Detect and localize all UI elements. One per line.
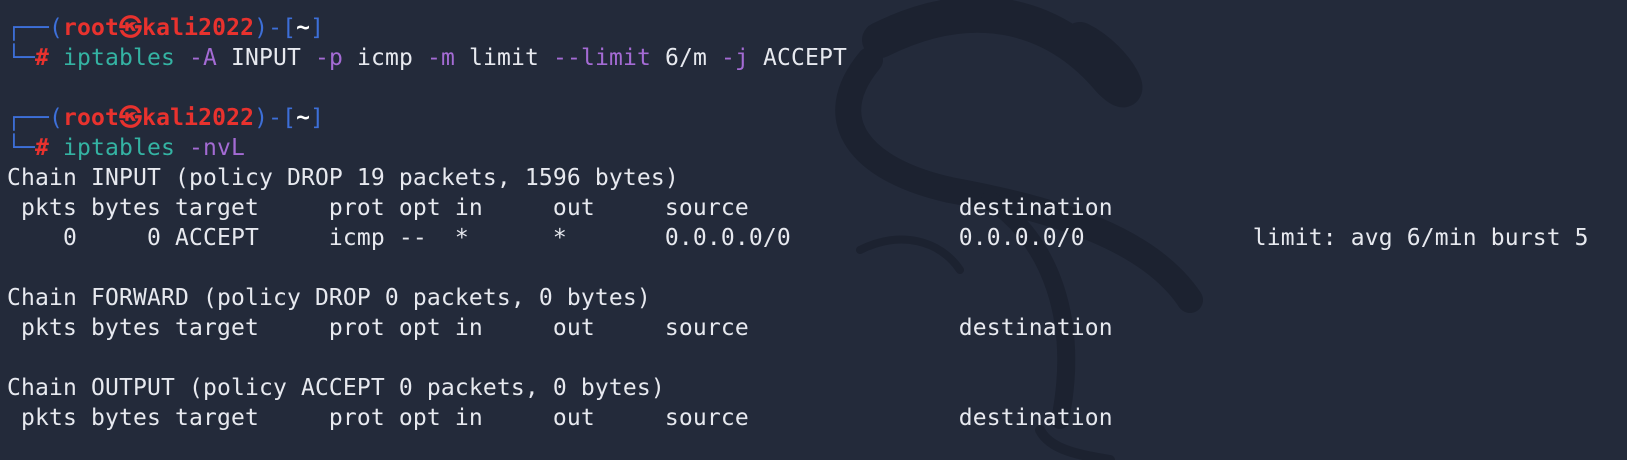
chain-rule-row: 0 0 ACCEPT icmp -- * * 0.0.0.0/0 0.0.0.0… [7, 225, 1589, 251]
chain-header-forward: Chain FORWARD (policy DROP 0 packets, 0 … [7, 285, 651, 311]
command-token: -A [188, 45, 217, 71]
prompt-cwd: ~ [296, 105, 311, 131]
command-line-1: └─# iptables -A INPUT -p icmp -m limit -… [7, 43, 1627, 73]
prompt-corner: └─ [7, 45, 35, 71]
command-token: -nvL [188, 135, 245, 161]
prompt-box-close: ] [310, 105, 325, 131]
command-token: -j [720, 45, 749, 71]
prompt-host: kali2022 [142, 105, 255, 131]
prompt-symbol: # [35, 135, 49, 161]
command-token: -p [314, 45, 343, 71]
command-line-2: └─# iptables -nvL [7, 133, 1627, 163]
prompt-user: root [63, 15, 119, 41]
prompt-cwd: ~ [296, 15, 311, 41]
command-token: --limit [552, 45, 651, 71]
command-token: INPUT [230, 45, 301, 71]
prompt-separator-glyph: ㉿ [119, 15, 143, 41]
command-program: iptables [63, 45, 175, 71]
chain-header-input: Chain INPUT (policy DROP 19 packets, 159… [7, 165, 679, 191]
prompt-line-1: ┌──(root㉿kali2022)-[~] [7, 13, 1627, 43]
prompt-user: root [63, 105, 119, 131]
prompt-box-open: ┌──( [7, 15, 63, 41]
command-program: iptables [63, 135, 175, 161]
prompt-box-open: ┌──( [7, 105, 63, 131]
command-token: 6/m [664, 45, 707, 71]
command-token: -m [426, 45, 455, 71]
prompt-box-mid: )-[ [254, 105, 297, 131]
prompt-box-mid: )-[ [254, 15, 297, 41]
prompt-symbol: # [35, 45, 49, 71]
chain-header-output: Chain OUTPUT (policy ACCEPT 0 packets, 0… [7, 375, 665, 401]
chain-columns-forward: pkts bytes target prot opt in out source… [7, 315, 1113, 341]
prompt-host: kali2022 [142, 15, 255, 41]
terminal[interactable]: ┌──(root㉿kali2022)-[~] └─# iptables -A I… [0, 0, 1627, 460]
prompt-corner: └─ [7, 135, 35, 161]
chain-columns-output: pkts bytes target prot opt in out source… [7, 405, 1113, 431]
chain-columns-input: pkts bytes target prot opt in out source… [7, 195, 1113, 221]
command-token: limit [468, 45, 539, 71]
command-token: ACCEPT [762, 45, 847, 71]
command-token: icmp [356, 45, 413, 71]
prompt-line-2: ┌──(root㉿kali2022)-[~] [7, 103, 1627, 133]
prompt-box-close: ] [310, 15, 325, 41]
prompt-separator-glyph: ㉿ [119, 105, 143, 131]
